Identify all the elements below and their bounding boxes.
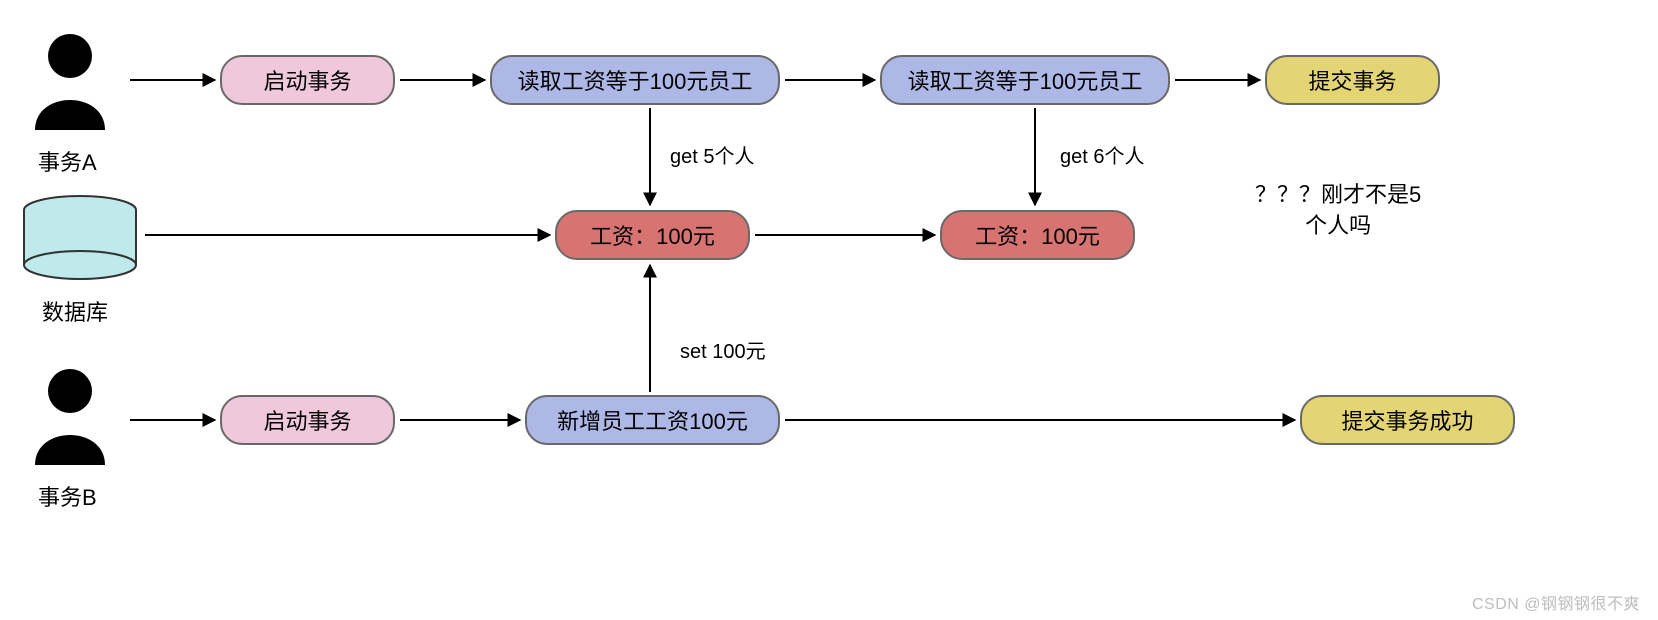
node-salary-2: 工资：100元 [940, 210, 1135, 260]
actor-label-transaction-a: 事务A [38, 145, 97, 177]
database-icon [20, 195, 140, 285]
person-icon [25, 365, 115, 465]
comment-text: ？？？刚才不是5 个人吗 [1255, 180, 1421, 242]
node-b-start: 启动事务 [220, 395, 395, 445]
node-a-read1: 读取工资等于100元员工 [490, 55, 780, 105]
node-a-start: 启动事务 [220, 55, 395, 105]
comment-line2: 个人吗 [1255, 211, 1421, 242]
node-b-insert: 新增员工工资100元 [525, 395, 780, 445]
person-icon [25, 30, 115, 130]
edge-label-set100: set 100元 [680, 335, 766, 364]
actor-label-database: 数据库 [42, 295, 108, 327]
edge-label-get6: get 6个人 [1060, 140, 1144, 169]
edge-label-get5: get 5个人 [670, 140, 754, 169]
node-a-commit: 提交事务 [1265, 55, 1440, 105]
node-b-commit: 提交事务成功 [1300, 395, 1515, 445]
comment-line1: ？？？刚才不是5 [1255, 180, 1421, 211]
actor-label-transaction-b: 事务B [38, 480, 97, 512]
watermark: CSDN @钢钢钢很不爽 [1472, 590, 1640, 614]
node-salary-1: 工资：100元 [555, 210, 750, 260]
node-a-read2: 读取工资等于100元员工 [880, 55, 1170, 105]
